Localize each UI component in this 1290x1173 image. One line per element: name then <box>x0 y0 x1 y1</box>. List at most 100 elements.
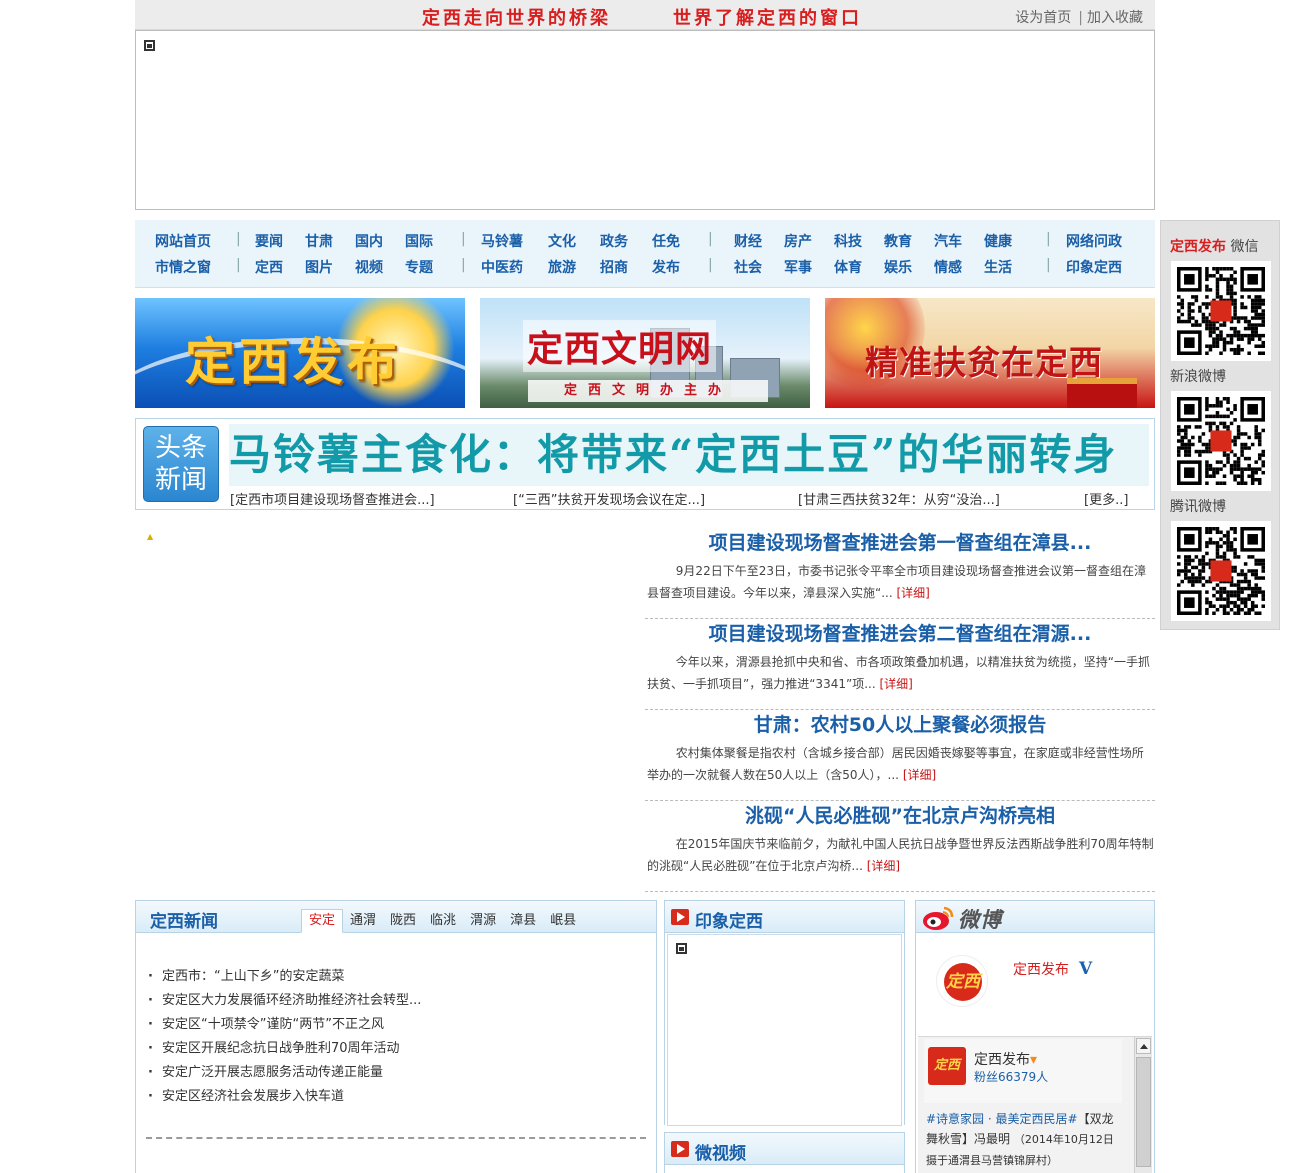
nav-link[interactable]: 网络问政 <box>1066 231 1122 251</box>
fans-count[interactable]: 粉丝66379人 <box>974 1068 1048 1085</box>
news-title[interactable]: 洮砚“人民必胜砚”在北京卢沟桥亮相 <box>645 801 1155 828</box>
nav-separator: | <box>461 257 466 273</box>
missing-plugin-icon <box>144 40 155 51</box>
list-item[interactable]: 安定区大力发展循环经济助推经济社会转型... <box>148 989 421 1013</box>
nav-link[interactable]: 情感 <box>934 257 962 277</box>
scroll-thumb[interactable] <box>1136 1057 1151 1167</box>
nav-link[interactable]: 健康 <box>984 231 1012 251</box>
wechat-account-name: 定西发布 <box>1170 239 1226 255</box>
news-desc: 今年以来，渭源县抢抓中央和省、市各项政策叠加机遇，以精准扶贫为统揽，坚持“一手抓… <box>647 651 1155 695</box>
news-title[interactable]: 甘肃：农村50人以上聚餐必须报告 <box>645 710 1155 737</box>
news-desc-text: 在2015年国庆节来临前夕，为献礼中国人民抗日战争暨世界反法西斯战争胜利70周年… <box>647 837 1154 873</box>
nav-link[interactable]: 汽车 <box>934 231 962 251</box>
nav-link[interactable]: 马铃薯 <box>481 231 523 251</box>
nav-link[interactable]: 财经 <box>734 231 762 251</box>
detail-link[interactable]: [详细] <box>867 859 900 873</box>
news-title[interactable]: 项目建设现场督查推进会第一督查组在漳县... <box>645 528 1155 555</box>
nav-link[interactable]: 社会 <box>734 257 762 277</box>
add-favorite-link[interactable]: 加入收藏 <box>1087 10 1143 26</box>
county-tab[interactable]: 临洮 <box>423 910 463 934</box>
list-item[interactable]: 安定区经济社会发展步入快车道 <box>148 1085 421 1109</box>
news-item: 项目建设现场督查推进会第一督查组在漳县... 9月22日下午至23日，市委书记张… <box>645 528 1155 619</box>
county-tab[interactable]: 通渭 <box>343 910 383 934</box>
list-item[interactable]: 安定广泛开展志愿服务活动传递正能量 <box>148 1061 421 1085</box>
county-tab[interactable]: 渭源 <box>463 910 503 934</box>
nav-link[interactable]: 旅游 <box>548 257 576 277</box>
missing-plugin-icon <box>676 943 687 954</box>
nav-link[interactable]: 招商 <box>600 257 628 277</box>
video-player-placeholder[interactable] <box>667 934 902 1126</box>
nav-link[interactable]: 图片 <box>305 257 333 277</box>
list-item[interactable]: 安定区开展纪念抗日战争胜利70周年活动 <box>148 1037 421 1061</box>
section-header: 印象定西 <box>665 901 904 933</box>
county-tab[interactable]: 漳县 <box>503 910 543 934</box>
feed-scrollbar[interactable] <box>1134 1037 1152 1173</box>
nav-link[interactable]: 专题 <box>405 257 433 277</box>
nav-link[interactable]: 国内 <box>355 231 383 251</box>
headline-more-link[interactable]: [更多..] <box>1084 489 1128 508</box>
wechat-label: 定西发布 微信 <box>1170 236 1258 256</box>
nav-link[interactable]: 房产 <box>784 231 812 251</box>
banner-title: 定西文明网 <box>523 320 717 372</box>
feed-post: #诗意家园 · 最美定西民居#【双龙舞秋雪】冯最明 （2014年10月12日摄于… <box>926 1109 1116 1171</box>
nav-separator: | <box>236 231 241 247</box>
headline-link[interactable]: [定西市项目建设现场督查推进会...] <box>230 489 435 508</box>
impression-section: 印象定西 <box>664 900 905 1126</box>
set-home-link[interactable]: 设为首页 <box>1015 10 1071 26</box>
video-play-icon <box>671 909 689 925</box>
scroll-up-arrow-icon[interactable] <box>1136 1038 1151 1054</box>
county-tab[interactable]: 陇西 <box>383 910 423 934</box>
nav-link[interactable]: 市情之窗 <box>155 257 211 277</box>
detail-link[interactable]: [详细] <box>897 586 930 600</box>
detail-link[interactable]: [详细] <box>879 677 912 691</box>
banner-dingxi-fabu[interactable]: 定西发布 <box>135 298 465 408</box>
nav-link[interactable]: 要闻 <box>255 231 283 251</box>
news-item: 甘肃：农村50人以上聚餐必须报告 农村集体聚餐是指农村（含城乡接合部）居民因婚丧… <box>645 710 1155 801</box>
nav-link[interactable]: 定西 <box>255 257 283 277</box>
nav-link[interactable]: 印象定西 <box>1066 257 1122 277</box>
nav-link[interactable]: 文化 <box>548 231 576 251</box>
nav-link[interactable]: 视频 <box>355 257 383 277</box>
nav-link[interactable]: 科技 <box>834 231 862 251</box>
main-nav: 网站首页 要闻 甘肃 国内 国际 马铃薯 文化 政务 任免 财经 房产 科技 教育 汽车 健康 网络问政 | | |… <box>135 220 1155 288</box>
account-avatar[interactable]: 定西 <box>936 955 988 1007</box>
account-name-link[interactable]: 定西发布 <box>1013 959 1069 979</box>
section-title[interactable]: 印象定西 <box>695 907 763 932</box>
detail-link[interactable]: [详细] <box>903 768 936 782</box>
county-tab[interactable]: 岷县 <box>543 910 583 934</box>
nav-link[interactable]: 国际 <box>405 231 433 251</box>
post-hashtag[interactable]: #诗意家园 · 最美定西民居# <box>926 1112 1078 1126</box>
headline-box: 头条 新闻 马铃薯主食化：将带来“定西土豆”的华丽转身 [定西市项目建设现场督查… <box>135 418 1155 510</box>
weibo-feed: 定西 定西发布▾ 粉丝66379人 #诗意家园 · 最美定西民居#【双龙舞秋雪】… <box>918 1036 1152 1173</box>
headline-title[interactable]: 马铃薯主食化：将带来“定西土豆”的华丽转身 <box>229 424 1149 486</box>
nav-link[interactable]: 生活 <box>984 257 1012 277</box>
nav-link[interactable]: 中医药 <box>481 257 523 277</box>
nav-link[interactable]: 体育 <box>834 257 862 277</box>
banner-subtitle: 定西文明办主办 <box>528 380 768 402</box>
headline-link[interactable]: [甘肃三西扶贫32年：从穷“没治...] <box>798 489 1000 508</box>
feed-avatar[interactable]: 定西 <box>928 1047 966 1085</box>
nav-separator: | <box>1046 257 1051 273</box>
nav-link[interactable]: 任免 <box>652 231 680 251</box>
nav-link[interactable]: 甘肃 <box>305 231 333 251</box>
avatar-seal-text: 定西 <box>944 963 982 1001</box>
banner-civilization-site[interactable]: 定西文明网 定西文明办主办 <box>480 298 810 408</box>
list-item[interactable]: 安定区“十项禁令”谨防“两节”不正之风 <box>148 1013 421 1037</box>
nav-link[interactable]: 教育 <box>884 231 912 251</box>
news-title[interactable]: 项目建设现场督查推进会第二督查组在渭源... <box>645 619 1155 646</box>
banner-poverty-alleviation[interactable]: 精准扶贫在定西 <box>825 298 1155 408</box>
nav-link[interactable]: 政务 <box>600 231 628 251</box>
section-title[interactable]: 定西新闻 <box>150 907 218 932</box>
feed-account-name[interactable]: 定西发布▾ <box>974 1049 1037 1069</box>
news-item: 洮砚“人民必胜砚”在北京卢沟桥亮相 在2015年国庆节来临前夕，为献礼中国人民抗… <box>645 801 1155 892</box>
slogan-right: 世界了解定西的窗口 <box>673 8 862 29</box>
nav-link[interactable]: 发布 <box>652 257 680 277</box>
qr-sidebar: 定西发布 微信 新浪微博 腾讯微博 <box>1160 220 1280 630</box>
list-item[interactable]: 定西市：“上山下乡”的安定蔬菜 <box>148 965 421 989</box>
county-tab[interactable]: 安定 <box>301 909 344 933</box>
section-title[interactable]: 微视频 <box>695 1139 746 1164</box>
nav-link[interactable]: 娱乐 <box>884 257 912 277</box>
headline-link[interactable]: [“三西”扶贫开发现场会议在定...] <box>513 489 705 508</box>
nav-link[interactable]: 军事 <box>784 257 812 277</box>
nav-link[interactable]: 网站首页 <box>155 231 211 251</box>
